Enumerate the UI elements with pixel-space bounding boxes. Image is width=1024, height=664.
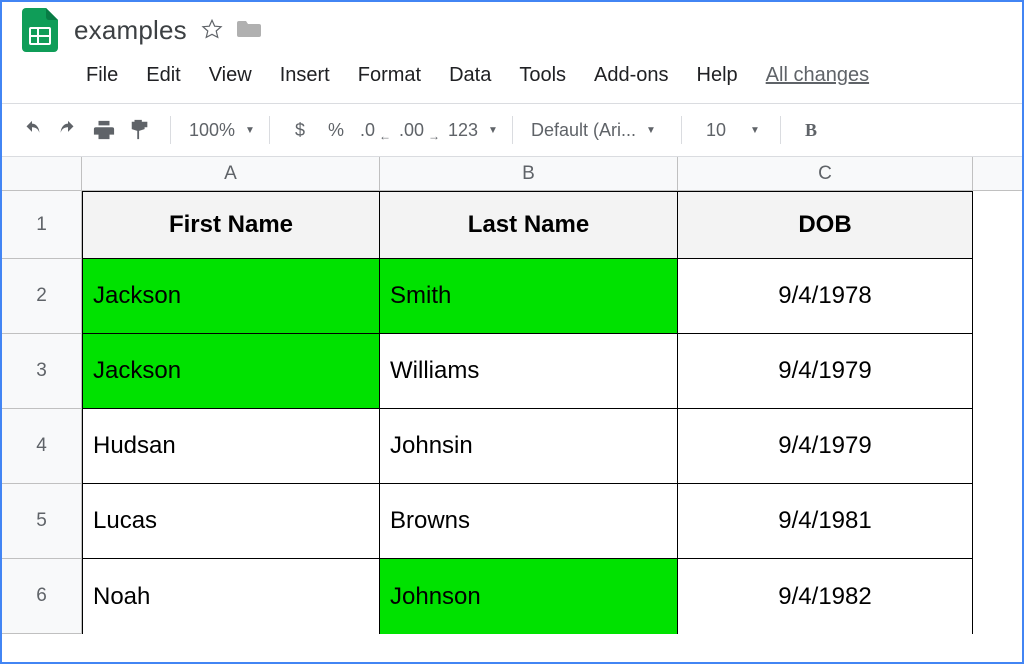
sheet-body: 1 First Name Last Name DOB 2 Jackson Smi… [2,191,1022,634]
column-headers: A B C [2,157,1022,191]
chevron-down-icon: ▼ [646,125,656,136]
cell-B3[interactable]: Williams [380,334,678,409]
separator [681,116,682,144]
zoom-dropdown[interactable]: 100% ▼ [185,114,255,146]
cell-C4[interactable]: 9/4/1979 [678,409,973,484]
star-icon[interactable] [201,18,223,43]
table-row: 3 Jackson Williams 9/4/1979 [2,334,1022,409]
col-header-A[interactable]: A [82,157,380,190]
decrease-decimal-button[interactable]: .0← [356,114,391,146]
chevron-down-icon: ▼ [750,125,760,136]
col-header-C[interactable]: C [678,157,973,190]
menu-help[interactable]: Help [683,60,752,91]
all-changes-link[interactable]: All changes [766,64,869,87]
cell-B6[interactable]: Johnson [380,559,678,634]
cell-A1[interactable]: First Name [82,191,380,259]
cell-C1[interactable]: DOB [678,191,973,259]
font-size-value: 10 [702,120,730,141]
row-header[interactable]: 1 [2,191,82,259]
percent-button[interactable]: % [320,114,352,146]
toolbar: 100% ▼ $ % .0← .00→ 123 ▼ Default (Ari..… [2,103,1022,157]
chevron-down-icon: ▼ [245,125,255,136]
menu-edit[interactable]: Edit [132,60,194,91]
table-row: 2 Jackson Smith 9/4/1978 [2,259,1022,334]
row-header[interactable]: 4 [2,409,82,484]
menu-tools[interactable]: Tools [505,60,580,91]
row-header[interactable]: 2 [2,259,82,334]
undo-button[interactable] [16,114,48,146]
doc-title[interactable]: examples [74,15,187,46]
separator [269,116,270,144]
sheets-logo-icon[interactable] [20,6,60,54]
table-row: 6 Noah Johnson 9/4/1982 [2,559,1022,634]
font-family-dropdown[interactable]: Default (Ari... ▼ [527,114,667,146]
redo-button[interactable] [52,114,84,146]
cell-A4[interactable]: Hudsan [82,409,380,484]
cell-A5[interactable]: Lucas [82,484,380,559]
col-header-B[interactable]: B [380,157,678,190]
cell-B1[interactable]: Last Name [380,191,678,259]
folder-icon[interactable] [237,19,261,42]
menu-addons[interactable]: Add-ons [580,60,683,91]
doc-info: examples [74,15,261,46]
cell-A6[interactable]: Noah [82,559,380,634]
menu-data[interactable]: Data [435,60,505,91]
menu-insert[interactable]: Insert [266,60,344,91]
zoom-value: 100% [185,120,239,141]
row-header[interactable]: 3 [2,334,82,409]
row-header[interactable]: 5 [2,484,82,559]
cell-B2[interactable]: Smith [380,259,678,334]
menu-file[interactable]: File [72,60,132,91]
cell-B5[interactable]: Browns [380,484,678,559]
font-size-dropdown[interactable]: 10 ▼ [696,114,766,146]
bold-button[interactable]: B [795,114,827,146]
title-bar: examples [2,2,1022,50]
menu-bar: File Edit View Insert Format Data Tools … [2,50,1022,103]
cell-A2[interactable]: Jackson [82,259,380,334]
more-formats-dropdown[interactable]: 123 ▼ [444,114,498,146]
cell-A3[interactable]: Jackson [82,334,380,409]
cell-B4[interactable]: Johnsin [380,409,678,484]
separator [780,116,781,144]
menu-view[interactable]: View [195,60,266,91]
table-row: 4 Hudsan Johnsin 9/4/1979 [2,409,1022,484]
print-button[interactable] [88,114,120,146]
table-row: 1 First Name Last Name DOB [2,191,1022,259]
increase-decimal-button[interactable]: .00→ [395,114,440,146]
table-row: 5 Lucas Browns 9/4/1981 [2,484,1022,559]
menu-format[interactable]: Format [344,60,435,91]
row-header[interactable]: 6 [2,559,82,634]
spreadsheet: A B C 1 First Name Last Name DOB 2 Jacks… [2,157,1022,634]
paint-format-button[interactable] [124,114,156,146]
chevron-down-icon: ▼ [488,125,498,136]
cell-C2[interactable]: 9/4/1978 [678,259,973,334]
currency-button[interactable]: $ [284,114,316,146]
cell-C5[interactable]: 9/4/1981 [678,484,973,559]
cell-C3[interactable]: 9/4/1979 [678,334,973,409]
cell-C6[interactable]: 9/4/1982 [678,559,973,634]
font-family-value: Default (Ari... [527,120,640,141]
select-all-corner[interactable] [2,157,82,190]
separator [512,116,513,144]
separator [170,116,171,144]
